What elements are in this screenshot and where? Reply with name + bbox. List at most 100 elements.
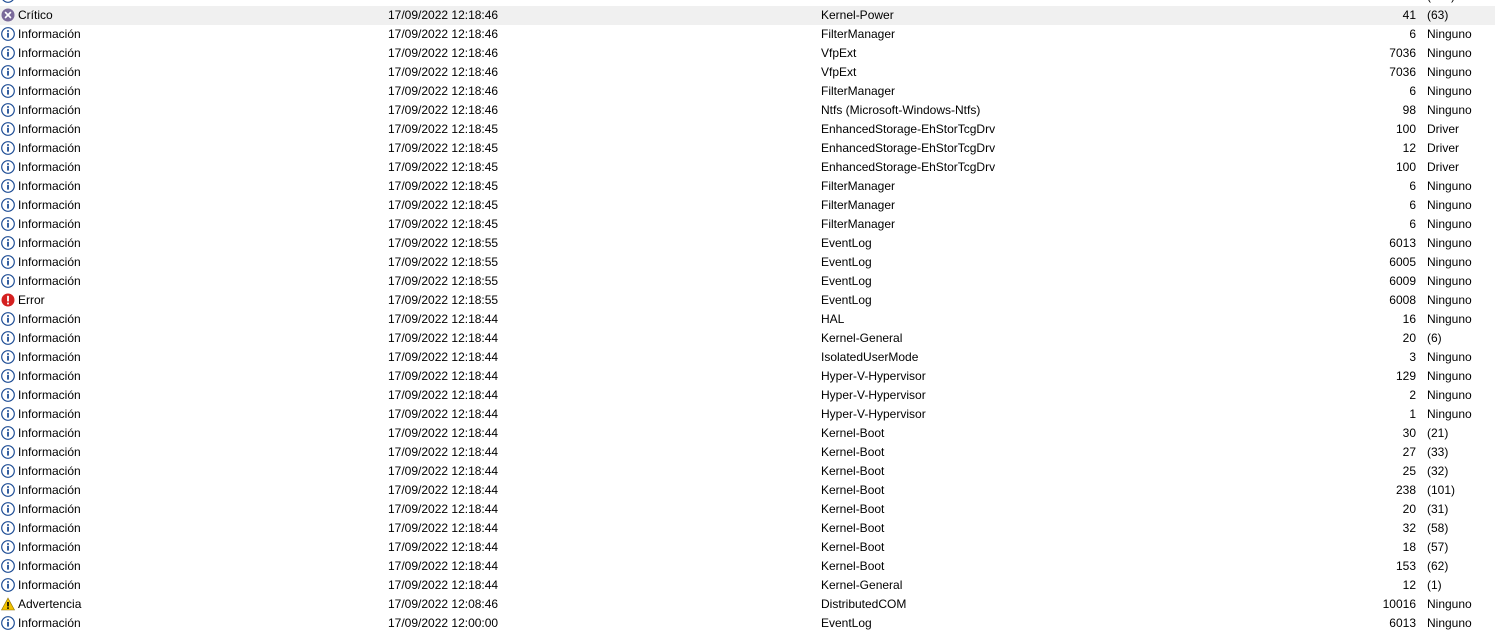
source-cell: VfpExt [821, 46, 857, 60]
event-row[interactable]: Crítico 17/09/2022 12:18:46 Kernel-Power 41… [0, 6, 1495, 25]
event-id-cell: 1 [1409, 407, 1416, 421]
information-icon [1, 388, 15, 402]
level-label: Información [18, 445, 81, 459]
date-cell: 17/09/2022 12:18:46 [388, 46, 499, 60]
level-label: Información [18, 179, 81, 193]
source-cell: Kernel-Boot [821, 464, 885, 478]
task-category-cell: Ninguno [1427, 312, 1472, 326]
source-cell: Kernel-Boot [821, 426, 885, 440]
source-cell: Kernel-Boot [821, 521, 885, 535]
event-row[interactable]: Información 17/09/2022 12:18:46 FilterMana… [0, 25, 1495, 44]
event-row[interactable]: Información 17/09/2022 12:18:44 Hyper-V-Hy… [0, 367, 1495, 386]
event-row[interactable]: Información 17/09/2022 12:18:44 Kernel-Boo… [0, 424, 1495, 443]
date-cell: 17/09/2022 12:18:55 [388, 293, 499, 307]
event-row[interactable]: Información 17/09/2022 12:18:44 Kernel-Gen… [0, 329, 1495, 348]
event-row[interactable]: Información 17/09/2022 12:18:44 Kernel-Boo… [0, 538, 1495, 557]
information-icon [1, 540, 15, 554]
date-cell: 17/09/2022 12:18:45 [388, 217, 499, 231]
date-cell: 17/09/2022 12:18:46 [388, 65, 499, 79]
level-cell: Información [1, 462, 381, 481]
event-row[interactable]: Información 17/09/2022 12:18:45 FilterMana… [0, 196, 1495, 215]
source-cell: EnhancedStorage-EhStorTcgDrv [821, 122, 996, 136]
date-cell: 17/09/2022 12:18:44 [388, 407, 499, 421]
event-row[interactable]: Información 17/09/2022 12:18:46 VfpExt 7036… [0, 63, 1495, 82]
level-cell: Información [1, 44, 381, 63]
date-cell: 17/09/2022 12:18:44 [388, 445, 499, 459]
date-cell: 17/09/2022 12:18:55 [388, 255, 499, 269]
level-cell: Información [1, 63, 381, 82]
source-cell: Hyper-V-Hypervisor [821, 407, 926, 421]
event-id-cell: 6008 [1389, 293, 1416, 307]
task-category-cell: Ninguno [1427, 217, 1472, 231]
event-row[interactable]: Información 17/09/2022 12:18:55 EventLog 60… [0, 272, 1495, 291]
event-row[interactable]: Información 17/09/2022 12:18:44 Hyper-V-Hy… [0, 386, 1495, 405]
event-row[interactable]: Información 17/09/2022 12:18:44 Kernel-Boo… [0, 462, 1495, 481]
task-category-cell: Ninguno [1427, 255, 1472, 269]
information-icon [1, 578, 15, 592]
event-row[interactable]: Advertencia 17/09/2022 12:08:46 Distribute… [0, 595, 1495, 614]
event-row[interactable]: Información 17/09/2022 12:18:46 FilterMana… [0, 82, 1495, 101]
level-label: Información [18, 540, 81, 554]
date-cell: 17/09/2022 12:18:46 [388, 8, 499, 22]
event-row[interactable]: Información 17/09/2022 12:18:45 FilterMana… [0, 177, 1495, 196]
event-id-cell: 10016 [1382, 597, 1416, 611]
level-cell: Información [1, 101, 381, 120]
event-row[interactable]: Información 17/09/2022 12:18:45 FilterMana… [0, 215, 1495, 234]
task-category-cell: (57) [1427, 540, 1449, 554]
information-icon [1, 65, 15, 79]
level-label: Información [18, 616, 81, 630]
event-id-cell: 6013 [1389, 236, 1416, 250]
date-cell: 17/09/2022 12:08:46 [388, 597, 499, 611]
information-icon [1, 407, 15, 421]
event-row[interactable]: Información 17/09/2022 12:18:46 Ntfs (Micr… [0, 101, 1495, 120]
date-cell: 17/09/2022 12:18:55 [388, 236, 499, 250]
date-cell: 17/09/2022 12:18:45 [388, 179, 499, 193]
task-category-cell: Ninguno [1427, 84, 1472, 98]
date-cell: 17/09/2022 12:18:55 [388, 274, 499, 288]
level-label: Crítico [18, 8, 53, 22]
information-icon [1, 274, 15, 288]
event-row[interactable]: Información 17/09/2022 12:18:44 Kernel-Boo… [0, 500, 1495, 519]
event-row[interactable]: Error 17/09/2022 12:18:55 EventLog 6008 Ning… [0, 291, 1495, 310]
event-row[interactable]: Información 17/09/2022 12:18:45 EnhancedSt… [0, 158, 1495, 177]
source-cell: Kernel-General [821, 331, 903, 345]
event-row[interactable]: Información 17/09/2022 12:18:46 VfpExt 7036… [0, 44, 1495, 63]
event-row[interactable]: Información 17/09/2022 12:18:44 HAL 16 Ningu… [0, 310, 1495, 329]
source-cell: EventLog [821, 236, 872, 250]
event-row[interactable]: Información 17/09/2022 12:00:00 EventLog 60… [0, 614, 1495, 633]
event-row[interactable]: Información 17/09/2022 12:18:45 EnhancedSt… [0, 139, 1495, 158]
source-cell: Kernel-Boot [821, 445, 885, 459]
level-label: Información [18, 255, 81, 269]
level-label: Información [18, 0, 81, 3]
source-cell: DistributedCOM [821, 597, 907, 611]
source-cell: Hyper-V-Hypervisor [821, 388, 926, 402]
date-cell: 17/09/2022 12:18:45 [388, 160, 499, 174]
event-row[interactable]: Información 17/09/2022 12:18:44 Kernel-Boo… [0, 443, 1495, 462]
event-row[interactable]: Información 17/09/2022 12:18:44 IsolatedUs… [0, 348, 1495, 367]
event-id-cell: 6 [1409, 27, 1416, 41]
information-icon [1, 312, 15, 326]
level-label: Error [18, 293, 45, 307]
event-row[interactable]: Información 17/09/2022 12:18:55 EventLog 60… [0, 253, 1495, 272]
event-row[interactable]: Información 17/09/2022 12:18:44 Kernel-Boo… [0, 557, 1495, 576]
event-row[interactable]: Información 17/09/2022 12:18:44 Hyper-V-Hy… [0, 405, 1495, 424]
level-label: Información [18, 217, 81, 231]
event-row[interactable]: Información 17/09/2022 12:18:55 EventLog 60… [0, 234, 1495, 253]
level-cell: Información [1, 443, 381, 462]
information-icon [1, 103, 15, 117]
event-row[interactable]: Información 17/09/2022 12:18:44 Kernel-Gen… [0, 576, 1495, 595]
level-label: Información [18, 426, 81, 440]
source-cell: Kernel-Boot [821, 540, 885, 554]
task-category-cell: Ninguno [1427, 198, 1472, 212]
date-cell: 17/09/2022 12:18:45 [388, 198, 499, 212]
event-list[interactable]: Información 17/09/2022 12:18:46 Kernel-Pow… [0, 0, 1495, 633]
event-row[interactable]: Información 17/09/2022 12:18:44 Kernel-Boo… [0, 519, 1495, 538]
event-row[interactable]: Información 17/09/2022 12:18:45 EnhancedSt… [0, 120, 1495, 139]
task-category-cell: (33) [1427, 445, 1449, 459]
information-icon [1, 122, 15, 136]
level-cell: Información [1, 481, 381, 500]
information-icon [1, 369, 15, 383]
level-label: Información [18, 27, 81, 41]
event-row[interactable]: Información 17/09/2022 12:18:44 Kernel-Boo… [0, 481, 1495, 500]
level-label: Información [18, 350, 81, 364]
